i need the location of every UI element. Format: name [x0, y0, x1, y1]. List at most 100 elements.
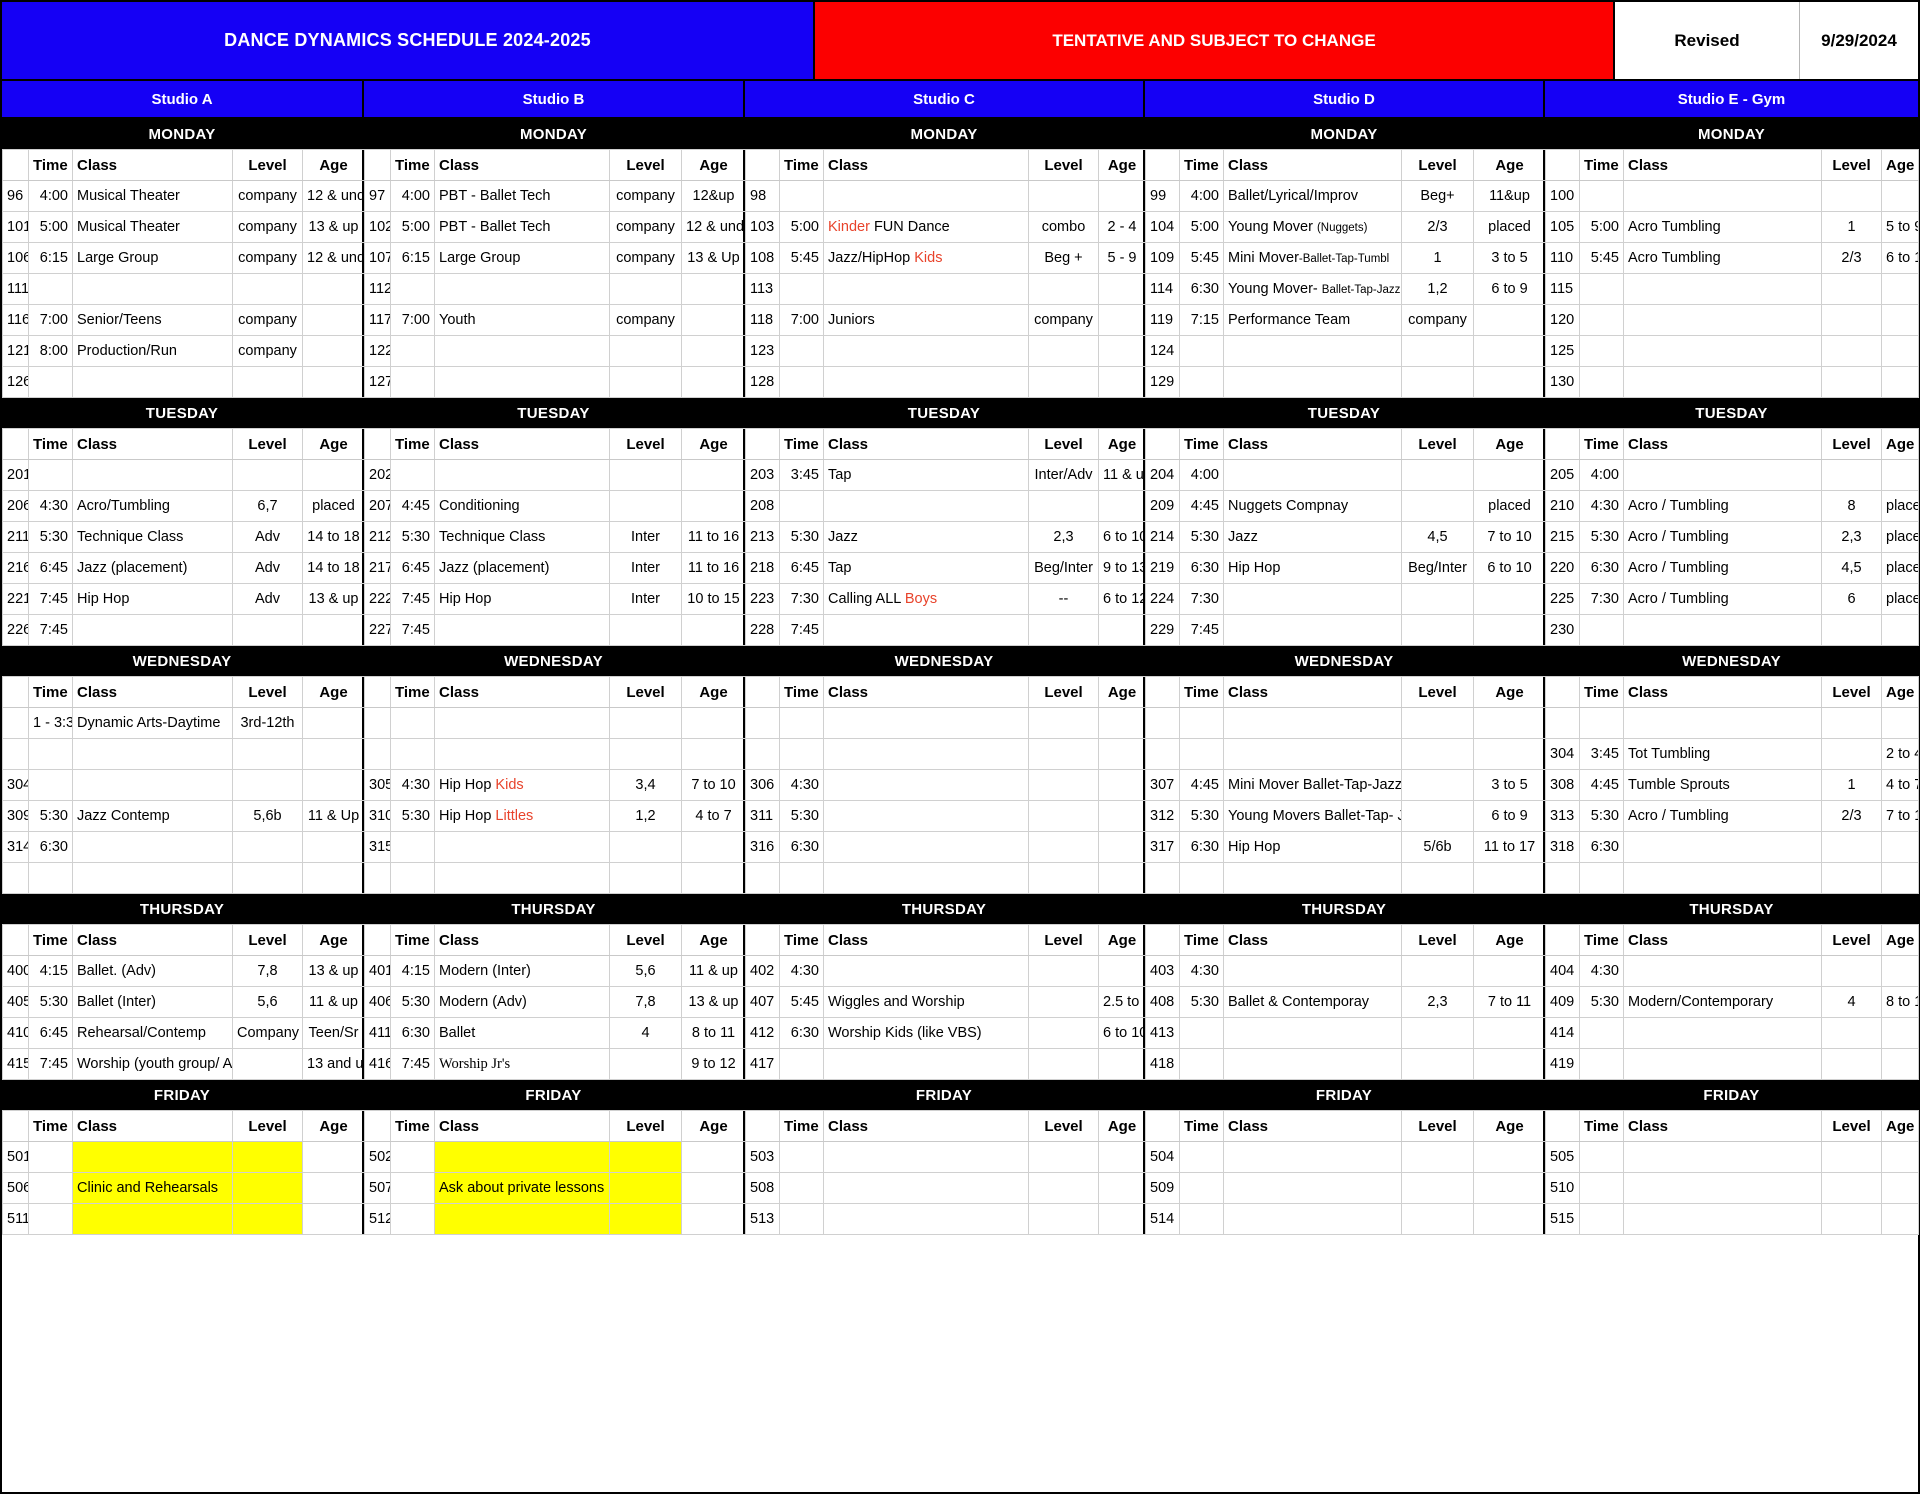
table-row[interactable]: 114 6:30 Young Mover- Ballet-Tap-Jazz 1,2 6 …: [1145, 273, 1546, 305]
table-row[interactable]: 402 4:30: [745, 955, 1146, 987]
table-row[interactable]: 127: [364, 366, 746, 398]
table-row[interactable]: [364, 707, 746, 739]
table-row[interactable]: 128: [745, 366, 1146, 398]
table-row[interactable]: 109 5:45 Mini Mover-Ballet-Tap-Tumbl 1 3 to …: [1145, 242, 1546, 274]
table-row[interactable]: 103 5:00 Kinder FUN Dance combo 2 - 4: [745, 211, 1146, 243]
table-row[interactable]: 120: [1545, 304, 1919, 336]
table-row[interactable]: 119 7:15 Performance Team company: [1145, 304, 1546, 336]
table-row[interactable]: 202: [364, 459, 746, 491]
table-row[interactable]: 1066:15Large Groupcompany12 & under: [2, 242, 365, 274]
table-row[interactable]: [745, 862, 1146, 894]
table-row[interactable]: [745, 738, 1146, 770]
table-row[interactable]: 503: [745, 1141, 1146, 1173]
table-row[interactable]: 4095:30Modern/Contemporary48 to 11: [1545, 986, 1919, 1018]
table-row[interactable]: 505: [1545, 1141, 1919, 1173]
table-row[interactable]: 130: [1545, 366, 1919, 398]
table-row[interactable]: 514: [1145, 1203, 1546, 1235]
table-row[interactable]: 418: [1145, 1048, 1546, 1080]
table-row[interactable]: 208: [745, 490, 1146, 522]
table-row[interactable]: 97 4:00 PBT - Ballet Tech company 12&up: [364, 180, 746, 212]
table-row[interactable]: 3043:45Tot Tumbling 2 to 4: [1545, 738, 1919, 770]
table-row[interactable]: 118 7:00 Juniors company: [745, 304, 1146, 336]
table-row[interactable]: 1025:00PBT - Ballet Techcompany12 & unde…: [364, 211, 746, 243]
table-row[interactable]: 2125:30Technique ClassInter11 to 16: [364, 521, 746, 553]
table-row[interactable]: 506 Clinic and Rehearsals: [2, 1172, 365, 1204]
table-row[interactable]: 4075:45Wiggles and Worship 2.5 to 5: [745, 986, 1146, 1018]
table-row[interactable]: 1076:15Large Groupcompany13 & Up: [364, 242, 746, 274]
table-row[interactable]: 413: [1145, 1017, 1546, 1049]
table-row[interactable]: 204 4:00: [1145, 459, 1546, 491]
table-row[interactable]: 513: [745, 1203, 1146, 1235]
table-row[interactable]: [1145, 707, 1546, 739]
table-row[interactable]: 509: [1145, 1172, 1546, 1204]
table-row[interactable]: 129: [1145, 366, 1546, 398]
table-row[interactable]: 230: [1545, 614, 1919, 646]
table-row[interactable]: 211 5:30 Technique Class Adv 14 to 18: [2, 521, 365, 553]
table-row[interactable]: 411 6:30 Ballet 4 8 to 11: [364, 1017, 746, 1049]
table-row[interactable]: 404 4:30: [1545, 955, 1919, 987]
table-row[interactable]: 419: [1545, 1048, 1919, 1080]
table-row[interactable]: 99 4:00 Ballet/Lyrical/Improv Beg+ 11&up: [1145, 180, 1546, 212]
table-row[interactable]: [1145, 738, 1546, 770]
table-row[interactable]: 229 7:45: [1145, 614, 1546, 646]
table-row[interactable]: 3084:45Tumble Sprouts14 to 7: [1545, 769, 1919, 801]
table-row[interactable]: 2217:45Hip HopAdv13 & up: [2, 583, 365, 615]
table-row[interactable]: 4065:30Modern (Adv)7,813 & up: [364, 986, 746, 1018]
table-row[interactable]: 1105:45Acro Tumbling2/36 to 10: [1545, 242, 1919, 274]
table-row[interactable]: 108 5:45 Jazz/HipHop Kids Beg +5 - 9: [745, 242, 1146, 274]
table-row[interactable]: 2064:30Acro/Tumbling6,7placed: [2, 490, 365, 522]
table-row[interactable]: 2277:45: [364, 614, 746, 646]
table-row[interactable]: 3095:30Jazz Contemp5,6b11 & Up: [2, 800, 365, 832]
table-row[interactable]: 316 6:30: [745, 831, 1146, 863]
table-row[interactable]: 4004:15Ballet. (Adv)7,813 & up: [2, 955, 365, 987]
table-row[interactable]: 507 Ask about private lessons: [364, 1172, 746, 1204]
table-row[interactable]: 504: [1145, 1141, 1546, 1173]
table-row[interactable]: 510: [1545, 1172, 1919, 1204]
table-row[interactable]: [2, 738, 365, 770]
table-row[interactable]: 3105:30Hip Hop Littles1,24 to 7: [364, 800, 746, 832]
table-row[interactable]: 1015:00Musical Theatercompany13 & up: [2, 211, 365, 243]
table-row[interactable]: 2257:30Acro / Tumbling6placed: [1545, 583, 1919, 615]
table-row[interactable]: 218 6:45 Tap Beg/Inter 9 to 13: [745, 552, 1146, 584]
table-row[interactable]: 125: [1545, 335, 1919, 367]
table-row[interactable]: 306 4:30: [745, 769, 1146, 801]
table-row[interactable]: 4014:15Modern (Inter)5,611 & up: [364, 955, 746, 987]
table-row[interactable]: 113: [745, 273, 1146, 305]
table-row[interactable]: 501: [2, 1141, 365, 1173]
table-row[interactable]: 205 4:00: [1545, 459, 1919, 491]
table-row[interactable]: 3125:30Young Movers Ballet-Tap- Jazz 6 to…: [1145, 800, 1546, 832]
table-row[interactable]: 2033:45TapInter/Adv11 & up: [745, 459, 1146, 491]
table-row[interactable]: 223 7:30 Calling ALL Boys -- 6 to 12: [745, 583, 1146, 615]
table-row[interactable]: 124: [1145, 335, 1546, 367]
table-row[interactable]: 3054:30Hip Hop Kids3,47 to 10: [364, 769, 746, 801]
table-row[interactable]: 4055:30Ballet (Inter)5,611 & up: [2, 986, 365, 1018]
table-row[interactable]: 317 6:30 Hip Hop 5/6b 11 to 17: [1145, 831, 1546, 863]
table-row[interactable]: 209 4:45 Nuggets Compnay placed: [1145, 490, 1546, 522]
table-row[interactable]: 2074:45Conditioning: [364, 490, 746, 522]
table-row[interactable]: 515: [1545, 1203, 1919, 1235]
table-row[interactable]: 3135:30Acro / Tumbling2/37 to 11: [1545, 800, 1919, 832]
table-row[interactable]: 304: [2, 769, 365, 801]
table-row[interactable]: 3146:30: [2, 831, 365, 863]
table-row[interactable]: 201: [2, 459, 365, 491]
table-row[interactable]: 414: [1545, 1017, 1919, 1049]
table-row[interactable]: [2, 862, 365, 894]
table-row[interactable]: 403 4:30: [1145, 955, 1546, 987]
table-row[interactable]: 417: [745, 1048, 1146, 1080]
table-row[interactable]: 214 5:30 Jazz 4,5 7 to 10: [1145, 521, 1546, 553]
table-row[interactable]: [1145, 862, 1546, 894]
table-row[interactable]: 1 - 3:30Dynamic Arts-Daytime3rd-12th: [2, 707, 365, 739]
table-row[interactable]: 2227:45Hip HopInter10 to 15: [364, 583, 746, 615]
table-row[interactable]: 2206:30Acro / Tumbling4,5placed: [1545, 552, 1919, 584]
table-row[interactable]: 412 6:30 Worship Kids (like VBS) 6 to 10: [745, 1017, 1146, 1049]
table-row[interactable]: 122: [364, 335, 746, 367]
table-row[interactable]: 116 7:00 Senior/Teens company: [2, 304, 365, 336]
table-row[interactable]: 318 6:30: [1545, 831, 1919, 863]
table-row[interactable]: [1545, 862, 1919, 894]
table-row[interactable]: 2155:30Acro / Tumbling2,3placed: [1545, 521, 1919, 553]
table-row[interactable]: 307 4:45 Mini Mover Ballet-Tap-Jazz 3 to 5: [1145, 769, 1546, 801]
table-row[interactable]: 112: [364, 273, 746, 305]
table-row[interactable]: 4106:45Rehearsal/ContempCompanyTeen/Sr: [2, 1017, 365, 1049]
table-row[interactable]: 311 5:30: [745, 800, 1146, 832]
table-row[interactable]: [364, 738, 746, 770]
